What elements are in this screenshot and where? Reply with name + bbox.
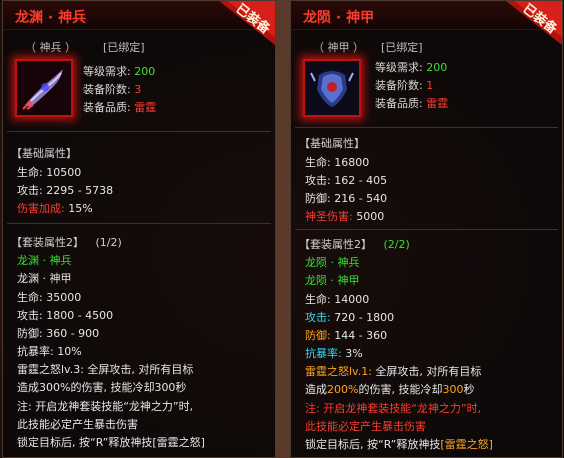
def-row: 防御: 216 - 540 [305, 192, 388, 205]
set-def: 防御: 144 - 360 [305, 329, 388, 342]
req-level-value: 200 [134, 65, 156, 78]
tier-row: 装备阶数: 3 [83, 83, 142, 96]
note-line-2: 此技能必定产生暴击伤害 [17, 418, 138, 431]
base-attr-header: 【基础属性】 [11, 147, 77, 160]
set-atk: 攻击: 720 - 1800 [305, 311, 395, 324]
set-attr-header: 【套装属性2】 (2/2) [299, 238, 410, 251]
set-hp: 生命: 14000 [305, 293, 370, 306]
divider [7, 131, 271, 132]
dmg-bonus-row: 伤害加成: 15% [17, 202, 93, 215]
tier-value: 3 [134, 83, 142, 96]
tooltip-left-weapon: 龙渊 · 神兵 已装备 （ 神兵 ） [已绑定] 等级需求: 200 装备阶数:… [2, 0, 276, 458]
skill-line-2: 造成200%的伤害, 技能冷却300秒 [305, 383, 475, 396]
item-title: 龙渊 · 神兵 [15, 10, 87, 26]
req-level-row: 等级需求: 200 [375, 61, 448, 74]
item-type-tag: （ 神兵 ） [25, 41, 76, 54]
set-item-1: 龙陨 · 神兵 [305, 256, 360, 269]
lock-line: 锁定目标后, 按“R”释放神技[雷霆之怒] [17, 436, 205, 449]
item-title: 龙陨 · 神甲 [303, 10, 375, 26]
divider [295, 127, 558, 128]
set-count: (2/2) [383, 238, 410, 251]
hp-row: 生命: 10500 [17, 166, 82, 179]
hp-row: 生命: 16800 [305, 156, 370, 169]
weapon-icon [17, 61, 71, 115]
note-line-1: 注: 开启龙神套装技能“龙神之力”时, [305, 402, 482, 415]
lock-line: 锁定目标后, 按“R”释放神技[雷霆之怒] [305, 438, 493, 451]
base-attr-header: 【基础属性】 [299, 137, 365, 150]
quality-row: 装备品质: 雷霆 [375, 97, 449, 110]
set-item-2: 龙陨 · 神甲 [305, 274, 360, 287]
skill-line-1: 雷霆之怒lv.3: 全屏攻击, 对所有目标 [17, 363, 194, 376]
req-level-row: 等级需求: 200 [83, 65, 156, 78]
set-def: 防御: 360 - 900 [17, 327, 100, 340]
equipped-badge: 已装备 [506, 1, 562, 45]
atk-row: 攻击: 2295 - 5738 [17, 184, 114, 197]
tier-row: 装备阶数: 1 [375, 79, 434, 92]
set-count: (1/2) [95, 236, 122, 249]
tier-value: 1 [426, 79, 434, 92]
set-attr-header: 【套装属性2】 (1/2) [11, 236, 122, 249]
holy-dmg-row: 神圣伤害: 5000 [305, 210, 385, 223]
set-atk: 攻击: 1800 - 4500 [17, 309, 114, 322]
armor-icon [305, 61, 359, 115]
atk-row: 攻击: 162 - 405 [305, 174, 388, 187]
quality-row: 装备品质: 雷霆 [83, 101, 157, 114]
skill-line-2: 造成300%的伤害, 技能冷却300秒 [17, 381, 187, 394]
note-line-1: 注: 开启龙神套装技能“龙神之力”时, [17, 400, 194, 413]
note-line-2: 此技能必定产生暴击伤害 [305, 420, 426, 433]
quality-value: 雷霆 [426, 97, 449, 110]
divider [7, 223, 271, 224]
equipped-badge: 已装备 [219, 1, 275, 45]
set-crit: 抗暴率: 10% [17, 345, 82, 358]
set-hp: 生命: 35000 [17, 291, 82, 304]
set-crit: 抗暴率: 3% [305, 347, 363, 360]
set-item-1: 龙渊 · 神兵 [17, 254, 72, 267]
skill-line-1: 雷霆之怒lv.1: 全屏攻击, 对所有目标 [305, 365, 482, 378]
divider [295, 229, 558, 230]
quality-value: 雷霆 [134, 101, 157, 114]
tooltip-right-armor: 龙陨 · 神甲 已装备 （ 神甲 ） [已绑定] 等级需求: 200 装备阶数:… [290, 0, 563, 458]
item-type-tag: （ 神甲 ） [313, 41, 364, 54]
bound-tag: [已绑定] [381, 41, 423, 54]
item-icon-weapon[interactable] [15, 59, 73, 117]
set-item-2: 龙渊 · 神甲 [17, 272, 72, 285]
item-icon-armor[interactable] [303, 59, 361, 117]
req-level-value: 200 [426, 61, 448, 74]
bound-tag: [已绑定] [103, 41, 145, 54]
